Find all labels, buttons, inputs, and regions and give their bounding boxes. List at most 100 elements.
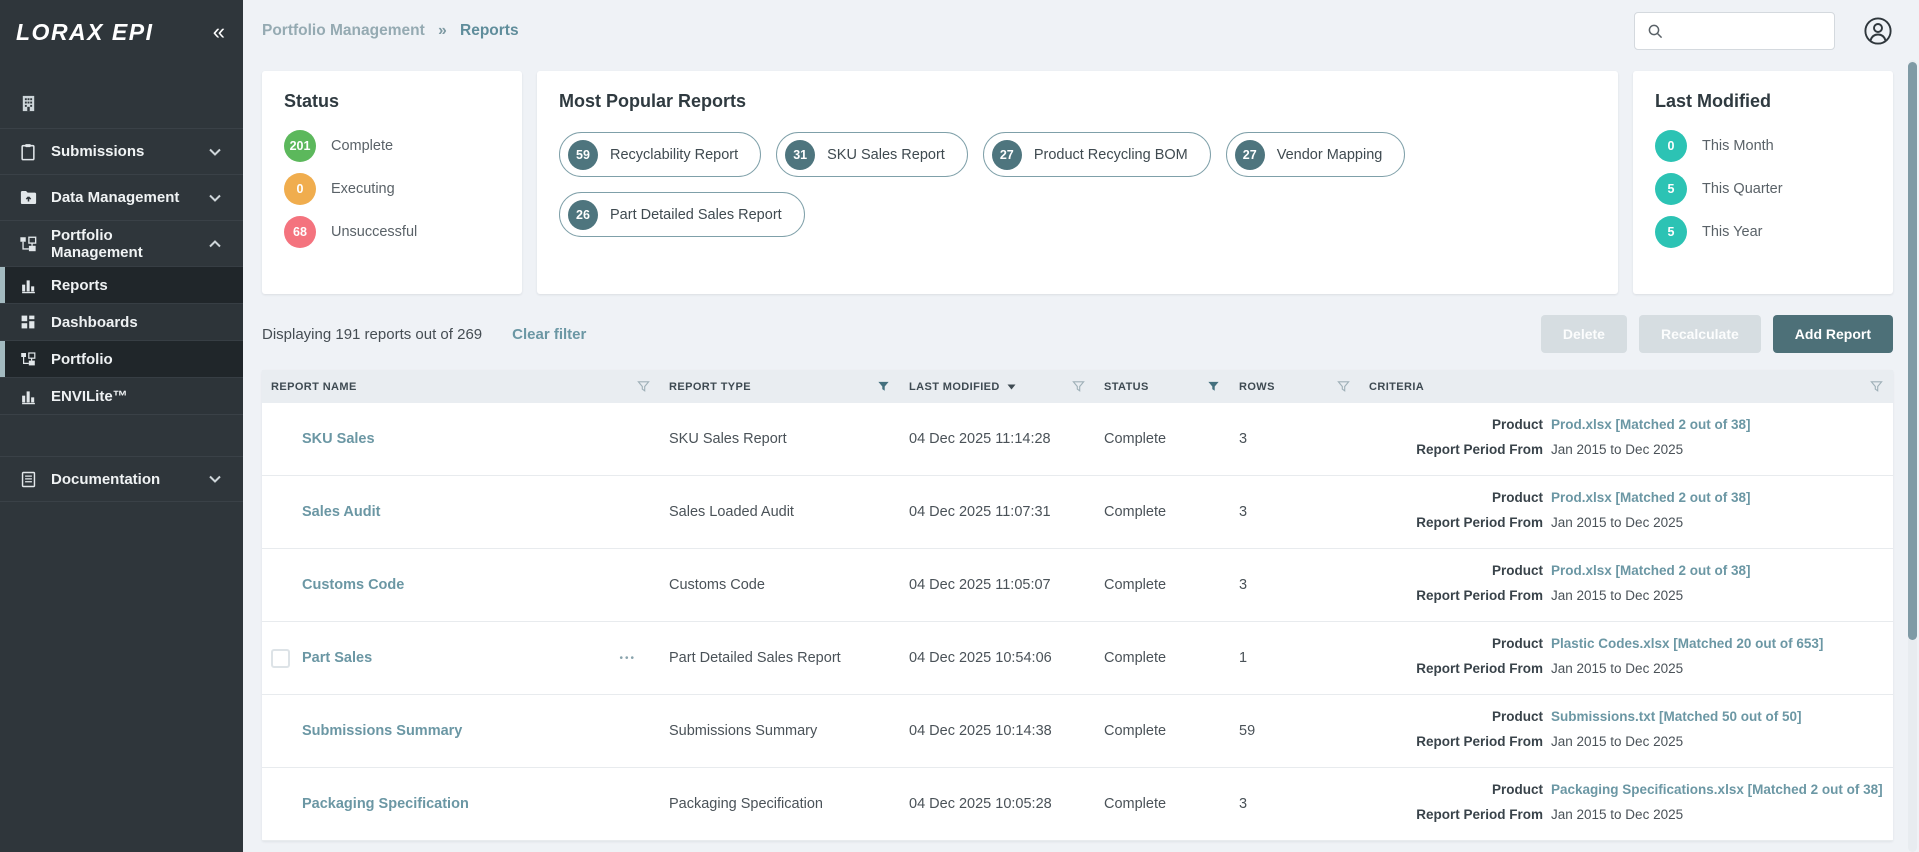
building-icon (18, 93, 38, 113)
criteria-product-label: Product (1369, 635, 1543, 653)
report-name-link[interactable]: Sales Audit (302, 504, 380, 520)
sidebar-collapse-icon[interactable]: « (213, 21, 225, 43)
table-row[interactable]: Sales Audit Sales Loaded Audit 04 Dec 20… (262, 476, 1893, 549)
popular-pill-sku-sales-report[interactable]: 31 SKU Sales Report (776, 132, 968, 177)
status-unsuccessful-count: 68 (284, 216, 316, 248)
breadcrumb-parent[interactable]: Portfolio Management (262, 22, 425, 39)
status-complete-count: 201 (284, 130, 316, 162)
sidebar-item-reports[interactable]: Reports (0, 266, 243, 303)
search-input[interactable] (1673, 23, 1854, 39)
filter-icon[interactable] (1337, 380, 1350, 393)
bar-chart-icon (18, 386, 38, 406)
table-toolbar: Displaying 191 reports out of 269 Clear … (262, 314, 1893, 354)
filter-active-icon[interactable] (1207, 380, 1220, 393)
column-header-report-type[interactable]: REPORT TYPE (660, 370, 900, 403)
sidebar-item-submissions[interactable]: Submissions (0, 128, 243, 174)
rows-cell: 3 (1230, 768, 1360, 840)
clipboard-icon (18, 142, 38, 162)
breadcrumb-separator: » (438, 22, 447, 39)
criteria-cell: Product Submissions.txt [Matched 50 out o… (1360, 695, 1893, 767)
popular-pill-part-detailed-sales-report[interactable]: 26 Part Detailed Sales Report (559, 192, 805, 237)
criteria-product-link[interactable]: Submissions.txt [Matched 50 out of 50] (1551, 708, 1802, 726)
criteria-product-link[interactable]: Prod.xlsx [Matched 2 out of 38] (1551, 562, 1751, 580)
bar-chart-icon (18, 275, 38, 295)
table-row[interactable]: SKU Sales SKU Sales Report 04 Dec 2025 1… (262, 403, 1893, 476)
popular-pill-recyclability-report[interactable]: 59 Recyclability Report (559, 132, 761, 177)
chevron-down-icon (205, 142, 225, 162)
criteria-cell: ProductProd.xlsx [Matched 2 out of 38] R… (1360, 549, 1893, 621)
modified-this-quarter-count: 5 (1655, 173, 1687, 205)
column-header-status[interactable]: STATUS (1095, 370, 1230, 403)
criteria-period-label: Report Period From (1369, 660, 1543, 678)
filter-icon[interactable] (637, 380, 650, 393)
filter-active-icon[interactable] (877, 380, 890, 393)
sidebar-item-documentation[interactable]: Documentation (0, 456, 243, 502)
pill-label: Recyclability Report (610, 147, 738, 163)
breadcrumb-current: Reports (460, 22, 519, 39)
topbar: Portfolio Management » Reports (262, 0, 1893, 62)
criteria-product-link[interactable]: Prod.xlsx [Matched 2 out of 38] (1551, 416, 1751, 434)
table-row[interactable]: Customs Code Customs Code 04 Dec 2025 11… (262, 549, 1893, 622)
pill-label: Part Detailed Sales Report (610, 207, 782, 223)
sidebar-item-envilite[interactable]: ENVILite™ (0, 377, 243, 414)
row-menu-ellipsis[interactable]: ••• (619, 653, 636, 664)
criteria-product-link[interactable]: Prod.xlsx [Matched 2 out of 38] (1551, 489, 1751, 507)
criteria-product-label: Product (1369, 489, 1543, 507)
criteria-period-value: Jan 2015 to Dec 2025 (1551, 806, 1683, 824)
criteria-period-label: Report Period From (1369, 441, 1543, 459)
column-label: REPORT NAME (271, 381, 357, 393)
report-type-cell: Customs Code (660, 549, 900, 621)
rows-cell: 1 (1230, 622, 1360, 694)
column-header-report-name[interactable]: REPORT NAME (262, 370, 660, 403)
sidebar-item-data-management[interactable]: Data Management (0, 174, 243, 220)
popular-pill-vendor-mapping[interactable]: 27 Vendor Mapping (1226, 132, 1406, 177)
criteria-product-link[interactable]: Plastic Codes.xlsx [Matched 20 out of 65… (1551, 635, 1823, 653)
row-checkbox[interactable] (271, 649, 290, 668)
report-name-link[interactable]: Part Sales (302, 650, 372, 666)
last-modified-cell: 04 Dec 2025 11:05:07 (900, 549, 1095, 621)
table-row[interactable]: Packaging Specification Packaging Specif… (262, 768, 1893, 841)
app-root: LORAX EPI « Submissions Data Management (0, 0, 1919, 852)
table-row[interactable]: Submissions Summary Submissions Summary … (262, 695, 1893, 768)
filter-icon[interactable] (1072, 380, 1085, 393)
sidebar-item-dashboards[interactable]: Dashboards (0, 303, 243, 340)
column-header-rows[interactable]: ROWS (1230, 370, 1360, 403)
report-name-link[interactable]: SKU Sales (302, 431, 375, 447)
column-header-last-modified[interactable]: LAST MODIFIED (900, 370, 1095, 403)
sidebar-item-label: Submissions (51, 143, 205, 160)
report-type-cell: SKU Sales Report (660, 403, 900, 475)
report-name-link[interactable]: Submissions Summary (302, 723, 462, 739)
user-avatar-icon[interactable] (1863, 16, 1893, 46)
table-row[interactable]: Part Sales ••• Part Detailed Sales Repor… (262, 622, 1893, 695)
delete-button[interactable]: Delete (1541, 315, 1627, 353)
chevron-down-icon (205, 188, 225, 208)
criteria-period-value: Jan 2015 to Dec 2025 (1551, 441, 1683, 459)
sidebar-item-company[interactable] (0, 78, 243, 128)
page-scrollbar-thumb[interactable] (1908, 62, 1917, 640)
clear-filter-link[interactable]: Clear filter (512, 326, 586, 343)
sidebar-item-portfolio[interactable]: Portfolio (0, 340, 243, 377)
criteria-period-label: Report Period From (1369, 514, 1543, 532)
last-modified-cell: 04 Dec 2025 10:54:06 (900, 622, 1095, 694)
last-modified-cell: 04 Dec 2025 11:07:31 (900, 476, 1095, 548)
column-label: LAST MODIFIED (909, 381, 1000, 393)
grid-icon (18, 312, 38, 332)
page-scrollbar[interactable] (1908, 60, 1917, 852)
report-name-link[interactable]: Packaging Specification (302, 796, 469, 812)
report-name-link[interactable]: Customs Code (302, 577, 404, 593)
sidebar-item-label: Data Management (51, 189, 205, 206)
filter-icon[interactable] (1870, 380, 1883, 393)
pill-label: SKU Sales Report (827, 147, 945, 163)
popular-pill-product-recycling-bom[interactable]: 27 Product Recycling BOM (983, 132, 1211, 177)
criteria-product-label: Product (1369, 708, 1543, 726)
add-report-button[interactable]: Add Report (1773, 315, 1893, 353)
criteria-cell: ProductProd.xlsx [Matched 2 out of 38] R… (1360, 403, 1893, 475)
recalculate-button[interactable]: Recalculate (1639, 315, 1761, 353)
status-card: Status 201 Complete 0 Executing 68 Unsuc… (262, 71, 522, 294)
sidebar-item-portfolio-management[interactable]: Portfolio Management (0, 220, 243, 266)
criteria-product-link[interactable]: Packaging Specifications.xlsx [Matched 2… (1551, 781, 1883, 799)
breadcrumb: Portfolio Management » Reports (262, 22, 519, 40)
rows-cell: 3 (1230, 476, 1360, 548)
column-header-criteria[interactable]: CRITERIA (1360, 370, 1893, 403)
modified-this-year: 5 This Year (1655, 216, 1871, 248)
